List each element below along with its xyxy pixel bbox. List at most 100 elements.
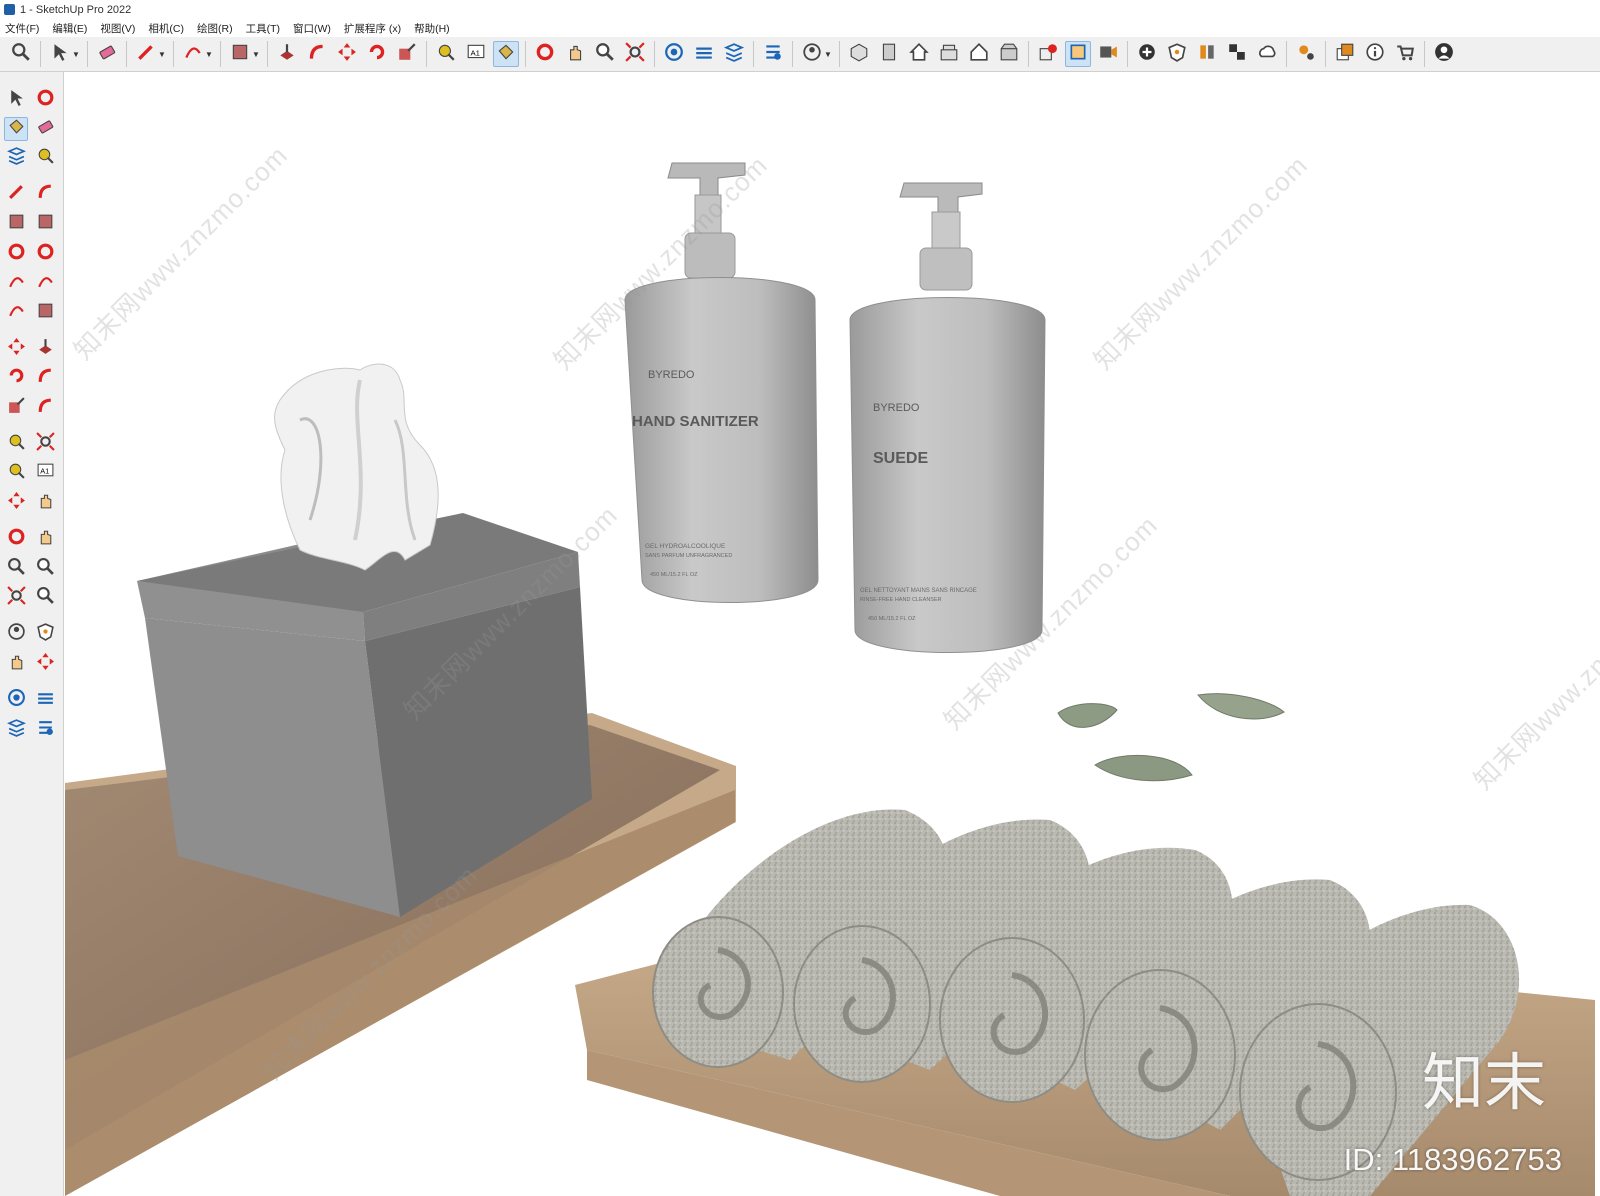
palette-arc-button[interactable]	[4, 301, 28, 325]
toolbar-layers-button[interactable]	[1332, 41, 1358, 67]
toolbar-arc-button[interactable]	[180, 41, 206, 67]
palette-orbit-button[interactable]	[4, 242, 28, 266]
palette-tape-measure-button[interactable]	[4, 461, 28, 485]
toolbar-solid-tools-button[interactable]	[1035, 41, 1061, 67]
menu-file[interactable]: 文件(F)	[5, 21, 39, 36]
palette-orbit-button[interactable]	[33, 242, 57, 266]
toolbar-zoom-extents-button[interactable]	[622, 41, 648, 67]
toolbar-back-view-button[interactable]	[996, 41, 1022, 67]
palette-pan-button[interactable]	[33, 527, 57, 551]
chevron-down-icon[interactable]: ▼	[252, 50, 260, 59]
chevron-down-icon[interactable]: ▼	[158, 50, 166, 59]
toolbar-section-plane-button[interactable]	[1065, 41, 1091, 67]
toolbar-home-view-button[interactable]	[906, 41, 932, 67]
toolbar-cloud-button[interactable]	[1254, 41, 1280, 67]
toolbar-add-location-button[interactable]	[1134, 41, 1160, 67]
chevron-down-icon[interactable]: ▼	[824, 50, 832, 59]
palette-zoom-window-button[interactable]	[33, 586, 57, 610]
toolbar-front-view-button[interactable]	[876, 41, 902, 67]
palette-text-button[interactable]: A1	[33, 461, 57, 485]
hand-sanitizer-bottle[interactable]: BYREDO HAND SANITIZER GEL HYDROALCOOLIQU…	[624, 162, 819, 603]
palette-pan-button[interactable]	[33, 491, 57, 515]
menu-view[interactable]: 视图(V)	[100, 21, 135, 36]
toolbar-zoom-button[interactable]	[8, 41, 34, 67]
palette-tape-measure-button[interactable]	[33, 146, 57, 170]
palette-select-button[interactable]	[4, 88, 28, 112]
toolbar-pencil-button[interactable]	[133, 41, 159, 67]
toolbar-rotate-button[interactable]	[364, 41, 390, 67]
toolbar-select-button[interactable]	[47, 41, 73, 67]
palette-move-button[interactable]	[33, 652, 57, 676]
toolbar-text-button[interactable]: A1	[463, 41, 489, 67]
palette-paint-bucket-button[interactable]	[4, 117, 28, 141]
toolbar-zoom-window-button[interactable]	[592, 41, 618, 67]
palette-components-button[interactable]	[4, 718, 28, 742]
model-viewport[interactable]: BYREDO HAND SANITIZER GEL HYDROALCOOLIQU…	[65, 73, 1600, 1196]
palette-rectangle-button[interactable]	[4, 212, 28, 236]
palette-rotate-button[interactable]	[4, 366, 28, 390]
toolbar-user-button[interactable]	[799, 41, 825, 67]
toolbar-orbit-button[interactable]	[532, 41, 558, 67]
palette-share-model-button[interactable]	[33, 688, 57, 712]
toolbar-components-button[interactable]	[721, 41, 747, 67]
palette-pencil-button[interactable]	[4, 182, 28, 206]
toolbar-info-button[interactable]	[1362, 41, 1388, 67]
palette-shield-button[interactable]	[33, 622, 57, 646]
palette-scale-button[interactable]	[4, 396, 28, 420]
palette-push-pull-button[interactable]	[33, 337, 57, 361]
toolbar-top-view-button[interactable]	[936, 41, 962, 67]
toolbar-scale-button[interactable]	[394, 41, 420, 67]
toolbar-rectangle-button[interactable]	[227, 41, 253, 67]
palette-move-button[interactable]	[4, 337, 28, 361]
toolbar-pan-button[interactable]	[562, 41, 588, 67]
toolbar-paint-bucket-button[interactable]	[493, 41, 519, 67]
menu-window[interactable]: 窗口(W)	[293, 21, 331, 36]
palette-arc-button[interactable]	[4, 272, 28, 296]
menu-camera[interactable]: 相机(C)	[148, 21, 184, 36]
palette-zoom-extents-button[interactable]	[4, 586, 28, 610]
palette-eraser-button[interactable]	[33, 117, 57, 141]
toolbar-account-button[interactable]	[1431, 41, 1457, 67]
palette-tape-measure-button[interactable]	[4, 432, 28, 456]
palette-follow-me-button[interactable]	[33, 396, 57, 420]
palette-follow-me-button[interactable]	[33, 366, 57, 390]
palette-rectangle-button[interactable]	[33, 301, 57, 325]
palette-warehouse-button[interactable]	[4, 688, 28, 712]
menu-extensions[interactable]: 扩展程序 (x)	[344, 21, 401, 36]
toolbar-right-view-button[interactable]	[966, 41, 992, 67]
toolbar-settings-button[interactable]	[1293, 41, 1319, 67]
toolbar-move-button[interactable]	[334, 41, 360, 67]
palette-zoom-extents-button[interactable]	[33, 432, 57, 456]
palette-extensions-button[interactable]	[33, 718, 57, 742]
toolbar-scenes-button[interactable]	[1095, 41, 1121, 67]
chevron-down-icon[interactable]: ▼	[205, 50, 213, 59]
palette-rectangle-button[interactable]	[33, 212, 57, 236]
menu-tools[interactable]: 工具(T)	[246, 21, 280, 36]
palette-zoom-window-button[interactable]	[33, 557, 57, 581]
toolbar-follow-me-button[interactable]	[304, 41, 330, 67]
toolbar-share-model-button[interactable]	[691, 41, 717, 67]
suede-bottle[interactable]: BYREDO SUEDE GEL NETTOYANT MAINS SANS RI…	[849, 182, 1046, 653]
toolbar-shield-button[interactable]	[1164, 41, 1190, 67]
toolbar-cart-button[interactable]	[1392, 41, 1418, 67]
toolbar-checker-button[interactable]	[1224, 41, 1250, 67]
palette-user-button[interactable]	[4, 622, 28, 646]
chevron-down-icon[interactable]: ▼	[72, 50, 80, 59]
menu-help[interactable]: 帮助(H)	[414, 21, 450, 36]
palette-follow-me-button[interactable]	[33, 182, 57, 206]
toolbar-extensions-button[interactable]	[760, 41, 786, 67]
toolbar-styles-button[interactable]	[1194, 41, 1220, 67]
toolbar-iso-view-button[interactable]	[846, 41, 872, 67]
palette-orbit-button[interactable]	[4, 527, 28, 551]
palette-orbit-button[interactable]	[33, 88, 57, 112]
palette-move-button[interactable]	[4, 491, 28, 515]
palette-components-button[interactable]	[4, 146, 28, 170]
toolbar-push-pull-button[interactable]	[274, 41, 300, 67]
palette-arc-button[interactable]	[33, 272, 57, 296]
toolbar-tape-measure-button[interactable]	[433, 41, 459, 67]
menu-edit[interactable]: 编辑(E)	[52, 21, 87, 36]
toolbar-eraser-button[interactable]	[94, 41, 120, 67]
toolbar-warehouse-button[interactable]	[661, 41, 687, 67]
palette-pan-button[interactable]	[4, 652, 28, 676]
menu-draw[interactable]: 绘图(R)	[197, 21, 233, 36]
